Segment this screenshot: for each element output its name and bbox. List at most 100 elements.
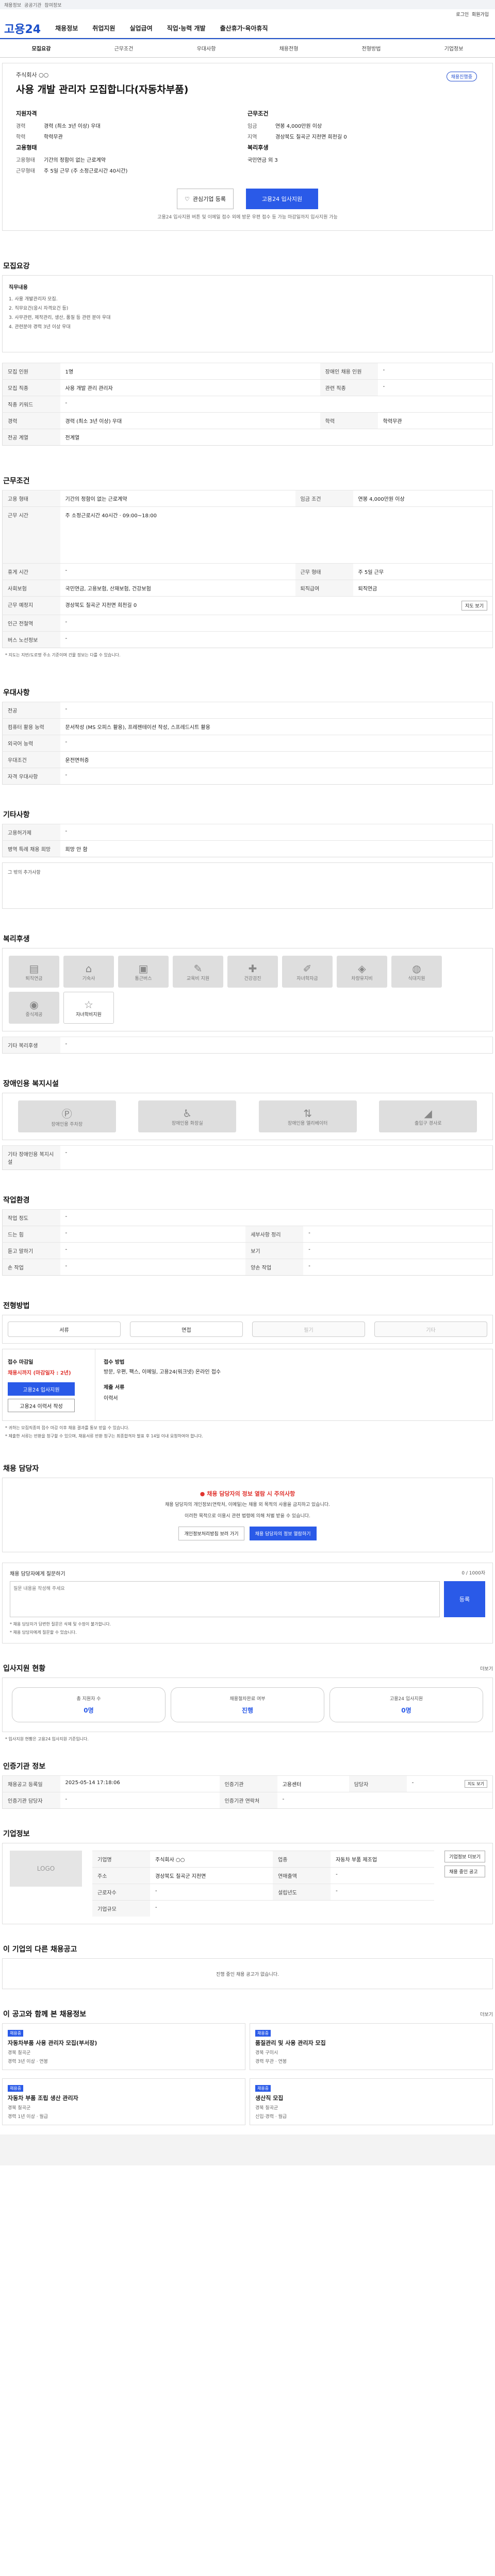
signup-link[interactable]: 회원가입	[472, 11, 489, 18]
view-manager-button[interactable]: 채용 담당자의 정보 열람하기	[249, 1527, 317, 1540]
row-value: 기간의 정함이 없는 근로계약	[60, 490, 295, 507]
tab-process[interactable]: 채용전형	[248, 44, 330, 52]
nav-item-jobs[interactable]: 채용정보	[55, 24, 78, 32]
parking-icon: Ⓟ	[61, 1108, 72, 1120]
card-title: 품질관리 및 사용 관리자 모집	[255, 2040, 326, 2046]
benefit-item: ☆ 자녀학비지원	[63, 992, 114, 1024]
row-value: 사용 개발 관리 관리자	[60, 379, 320, 396]
education-icon: ✎	[193, 962, 203, 975]
qa-input[interactable]	[10, 1581, 440, 1617]
row-key: 인증기관 담당자	[2, 1792, 60, 1809]
login-link[interactable]: 로그인	[456, 11, 469, 18]
benefit-item: ▤ 퇴직연금	[9, 956, 59, 988]
qa-submit-button[interactable]: 등록	[444, 1581, 485, 1617]
job-summary: 주식회사 ○○ 사용 개발 관리자 모집합니다(자동차부품) 채용진행중 지원자…	[2, 63, 493, 231]
benefit-item: ◍ 식대지원	[391, 956, 442, 988]
summary-head-cond: 근무조건	[248, 110, 269, 117]
site-logo[interactable]: 고용24	[4, 20, 41, 37]
privacy-button[interactable]: 개인정보처리방침 보러 가기	[178, 1527, 244, 1540]
company-more-button[interactable]: 기업정보 더보기	[444, 1851, 485, 1862]
row-value: -	[150, 1900, 435, 1917]
row-key: 사회보험	[2, 580, 60, 597]
job-desc-line: 1. 사용 개발관리자 모집.	[9, 297, 58, 302]
row-key: 휴게 시간	[2, 563, 60, 580]
row-key: 연매출액	[273, 1867, 331, 1884]
other-section: 기타사항 고용허가제 - 병역 특례 채용 희망 희망 안 함 그 밖의 추가사항	[2, 805, 493, 909]
same-company-empty-box: 진행 중인 채용 공고가 없습니다.	[2, 1958, 493, 1989]
summary-key: 임금	[248, 124, 257, 129]
nav-item-support[interactable]: 취업지원	[92, 24, 115, 32]
tab-method[interactable]: 전형방법	[330, 44, 412, 52]
benefit-item: ◈ 차량유지비	[337, 956, 387, 988]
row-key: 작업 정도	[2, 1209, 60, 1226]
row-key: 담당자	[349, 1775, 407, 1792]
apply-button-2[interactable]: 고용24 입사지원	[8, 1382, 75, 1396]
company-name[interactable]: 주식회사 ○○	[16, 71, 479, 79]
facility-item: Ⓟ 장애인용 주차장	[18, 1100, 116, 1132]
agency-map-button[interactable]: 지도 보기	[465, 1780, 487, 1788]
recommend-more-link[interactable]: 더보기	[480, 2011, 493, 2018]
scrap-button[interactable]: ♡ 관심기업 등록	[177, 189, 234, 209]
topbar-link-3[interactable]: 참여정보	[44, 2, 61, 8]
card-meta: 경력 3년 이상 · 연봉	[8, 2059, 48, 2064]
qa-note: * 채용 담당자에게 질문할 수 있습니다.	[10, 1630, 77, 1635]
row-value: -	[60, 1037, 493, 1054]
benefit-label: 중식제공	[25, 1012, 43, 1018]
row-key: 인증기관 연락처	[219, 1792, 277, 1809]
agency-section: 인증기관 정보 채용공고 등록일 2025-05-14 17:18:06 인증기관 고…	[2, 1757, 493, 1809]
manager-section: 채용 담당자 ● 채용 담당자의 정보 열람 시 주의사항 채용 담당자의 개인…	[2, 1459, 493, 1552]
card-company: 경북 칠곡군	[255, 2106, 278, 2111]
row-value: 국민연금, 고용보험, 산재보험, 건강보험	[60, 580, 295, 597]
tab-prefer[interactable]: 우대사항	[165, 44, 248, 52]
warning-title: 채용 담당자의 정보 열람 시 주의사항	[207, 1490, 295, 1497]
job-card[interactable]: 채용중 자동차 부품 조립 생산 관리자 경북 칠곡군 경력 1년 이상 · 월급	[2, 2078, 245, 2125]
benefit-label: 기숙사	[82, 976, 95, 981]
stat-card: 고용24 입사지원 0명	[329, 1687, 483, 1722]
row-value: -	[60, 824, 493, 841]
nav-item-benefit[interactable]: 실업급여	[129, 24, 152, 32]
row-key: 기업규모	[92, 1900, 150, 1917]
status-more-link[interactable]: 더보기	[480, 1665, 493, 1672]
disabled-grid: Ⓟ 장애인용 주차장 ♿ 장애인용 화장실 ⇅ 장애인용 엘리베이터 ◢ 출입구 경사로	[2, 1093, 493, 1140]
job-card[interactable]: 채용중 품질관리 및 사용 관리자 모집 경북 구미시 경력 무관 · 연봉	[250, 2023, 493, 2070]
topbar-link-2[interactable]: 공공기관	[24, 2, 41, 8]
job-card[interactable]: 채용중 자동차부품 사용 관리자 모집(부서장) 경북 칠곡군 경력 3년 이상 · …	[2, 2023, 245, 2070]
topbar-link-1[interactable]: 채용정보	[4, 2, 21, 8]
benefit-label: 통근버스	[135, 976, 152, 981]
card-tag: 채용중	[255, 2030, 271, 2037]
row-key: 양손 작업	[245, 1259, 304, 1276]
row-value: 주 소정근로시간 40시간 · 09:00~18:00	[60, 506, 493, 564]
disabled-extra-table: 기타 장애인용 복지시설 -	[2, 1145, 493, 1170]
job-card[interactable]: 채용중 생산직 모집 경북 칠곡군 신입·경력 · 월급	[250, 2078, 493, 2125]
map-button[interactable]: 지도 보기	[461, 601, 487, 611]
nav-item-leave[interactable]: 출산휴가·육아휴직	[220, 24, 268, 32]
job-title: 사용 개발 관리자 모집합니다(자동차부품)	[16, 84, 189, 95]
same-company-empty: 진행 중인 채용 공고가 없습니다.	[216, 1972, 279, 1977]
benefit-section: 복리후생 ▤ 퇴직연금 ⌂ 기숙사 ▣ 통근버스 ✎ 교육비 지원 ✚ 건강검진 ✐ 자녀학…	[2, 929, 493, 1054]
warning-icon: ●	[200, 1490, 205, 1497]
row-value: 문서작성 (MS 오피스 활용), 프레젠테이션 작성, 스프레드시트 활용	[60, 718, 493, 735]
row-value: -	[303, 1226, 493, 1243]
company-jobs-button[interactable]: 채용 중인 공고	[444, 1866, 485, 1877]
facility-label: 장애인용 주차장	[51, 1122, 83, 1127]
other-title: 기타사항	[3, 811, 30, 819]
tab-company[interactable]: 기업정보	[412, 44, 495, 52]
row-value: -	[377, 363, 493, 380]
summary-key: 지역	[248, 134, 257, 140]
main-nav: 고용24 채용정보 취업지원 실업급여 직업·능력 개발 출산휴가·육아휴직	[0, 19, 495, 38]
row-value: -	[60, 735, 493, 752]
tab-recruit[interactable]: 모집요강	[0, 44, 82, 52]
util-bar: 로그인 회원가입	[0, 9, 495, 19]
row-key: 경력	[2, 412, 60, 429]
tab-work[interactable]: 근무조건	[82, 44, 165, 52]
benefit-item: ⌂ 기숙사	[63, 956, 114, 988]
resume-button[interactable]: 고용24 이력서 작성	[8, 1399, 75, 1412]
warning-desc-2: 이러한 목적으로 이용시 관련 법령에 의해 처벌 받을 수 있습니다.	[185, 1514, 310, 1519]
job-desc-line: 2. 직무요건(응시 자격요건 등)	[9, 306, 69, 311]
apply-button[interactable]: 고용24 입사지원	[246, 189, 318, 209]
apply-notice: 고용24 입사지원 버튼 및 이메일 접수 외에 방문 우편 접수 등 가능 마…	[157, 215, 338, 220]
facility-label: 장애인용 엘리베이터	[288, 1121, 328, 1126]
status-note: * 입사지원 현황은 고용24 입사지원 기준입니다.	[5, 1737, 89, 1741]
ramp-icon: ◢	[424, 1107, 432, 1120]
nav-item-training[interactable]: 직업·능력 개발	[167, 24, 206, 32]
